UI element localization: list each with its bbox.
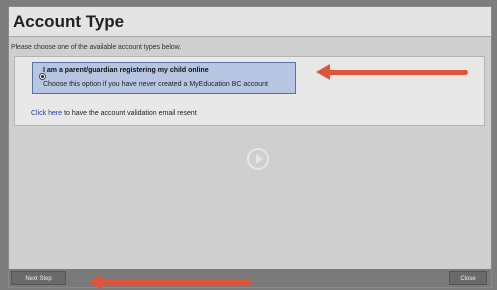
close-button[interactable]: Close: [449, 271, 487, 285]
radio-selected-icon[interactable]: [39, 73, 46, 80]
option-title: I am a parent/guardian registering my ch…: [43, 67, 209, 74]
account-type-panel: I am a parent/guardian registering my ch…: [14, 56, 485, 126]
option-description: Choose this option if you have never cre…: [43, 81, 268, 88]
title-bar: Account Type: [9, 7, 491, 37]
parent-guardian-option[interactable]: I am a parent/guardian registering my ch…: [32, 62, 296, 94]
annotation-arrow-next-step: [88, 274, 251, 290]
annotation-arrow-option: [316, 64, 468, 80]
instructions-text: Please choose one of the available accou…: [11, 44, 182, 51]
resend-email-line: Click here to have the account validatio…: [31, 110, 197, 117]
next-step-button[interactable]: Next Step: [11, 271, 66, 285]
account-type-dialog: Account Type Please choose one of the av…: [8, 6, 492, 288]
dialog-title: Account Type: [13, 12, 125, 31]
resend-text: to have the account validation email res…: [62, 110, 197, 117]
click-here-link[interactable]: Click here: [31, 110, 62, 117]
play-circle-icon[interactable]: [247, 148, 269, 170]
